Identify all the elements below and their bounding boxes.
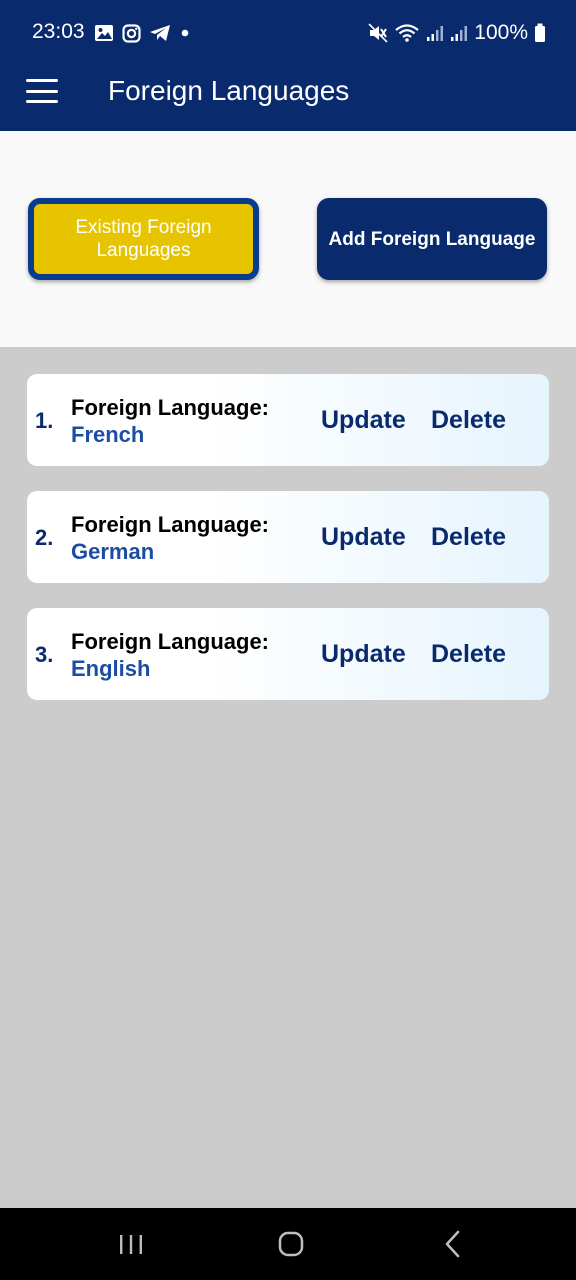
- update-button[interactable]: Update: [321, 406, 406, 435]
- status-right: 100%: [368, 20, 546, 46]
- status-left-icons: [94, 22, 191, 44]
- menu-line: [26, 100, 58, 103]
- item-value: French: [71, 422, 145, 447]
- item-label: Foreign Language:: [71, 512, 269, 537]
- list-item: 2. Foreign Language: German Update Delet…: [27, 491, 549, 583]
- item-index: 1.: [35, 408, 54, 433]
- back-icon[interactable]: [442, 1228, 464, 1260]
- update-button[interactable]: Update: [321, 523, 406, 552]
- instagram-icon: [122, 23, 141, 43]
- home-icon[interactable]: [276, 1228, 306, 1260]
- delete-button[interactable]: Delete: [431, 406, 506, 435]
- menu-line: [26, 79, 58, 82]
- hamburger-menu-icon[interactable]: [26, 78, 58, 104]
- page-title: Foreign Languages: [108, 75, 350, 106]
- top-header: 23:03 100% Foreign Languages: [0, 0, 576, 131]
- battery-percent: 100%: [474, 21, 528, 44]
- wifi-icon: [395, 24, 419, 42]
- signal-icon: [427, 26, 444, 41]
- delete-button[interactable]: Delete: [431, 640, 506, 669]
- telegram-icon: [150, 25, 170, 41]
- item-value: German: [71, 539, 155, 564]
- tab-area: Existing Foreign Languages Add Foreign L…: [0, 131, 576, 347]
- mute-icon: [368, 23, 388, 43]
- app-bar: Foreign Languages: [0, 66, 576, 131]
- item-value: English: [71, 656, 151, 681]
- delete-button[interactable]: Delete: [431, 523, 506, 552]
- recents-icon[interactable]: [118, 1228, 144, 1260]
- menu-line: [26, 89, 58, 93]
- signal-icon-2: [451, 26, 468, 41]
- existing-languages-tab[interactable]: Existing Foreign Languages: [28, 198, 259, 280]
- status-time: 23:03: [32, 20, 85, 43]
- list-item: 3. Foreign Language: English Update Dele…: [27, 608, 549, 700]
- item-index: 3.: [35, 642, 54, 667]
- gallery-icon: [95, 25, 113, 41]
- add-language-tab[interactable]: Add Foreign Language: [317, 198, 547, 280]
- update-button[interactable]: Update: [321, 640, 406, 669]
- language-list: 1. Foreign Language: French Update Delet…: [27, 374, 549, 725]
- status-bar: 23:03 100%: [0, 0, 576, 66]
- notification-dot-icon: [181, 29, 189, 37]
- item-index: 2.: [35, 525, 54, 550]
- list-item: 1. Foreign Language: French Update Delet…: [27, 374, 549, 466]
- battery-icon: [535, 23, 545, 42]
- system-nav-bar: [0, 1208, 576, 1280]
- item-label: Foreign Language:: [71, 629, 269, 654]
- item-label: Foreign Language:: [71, 395, 269, 420]
- existing-languages-label: Existing Foreign Languages: [75, 217, 212, 261]
